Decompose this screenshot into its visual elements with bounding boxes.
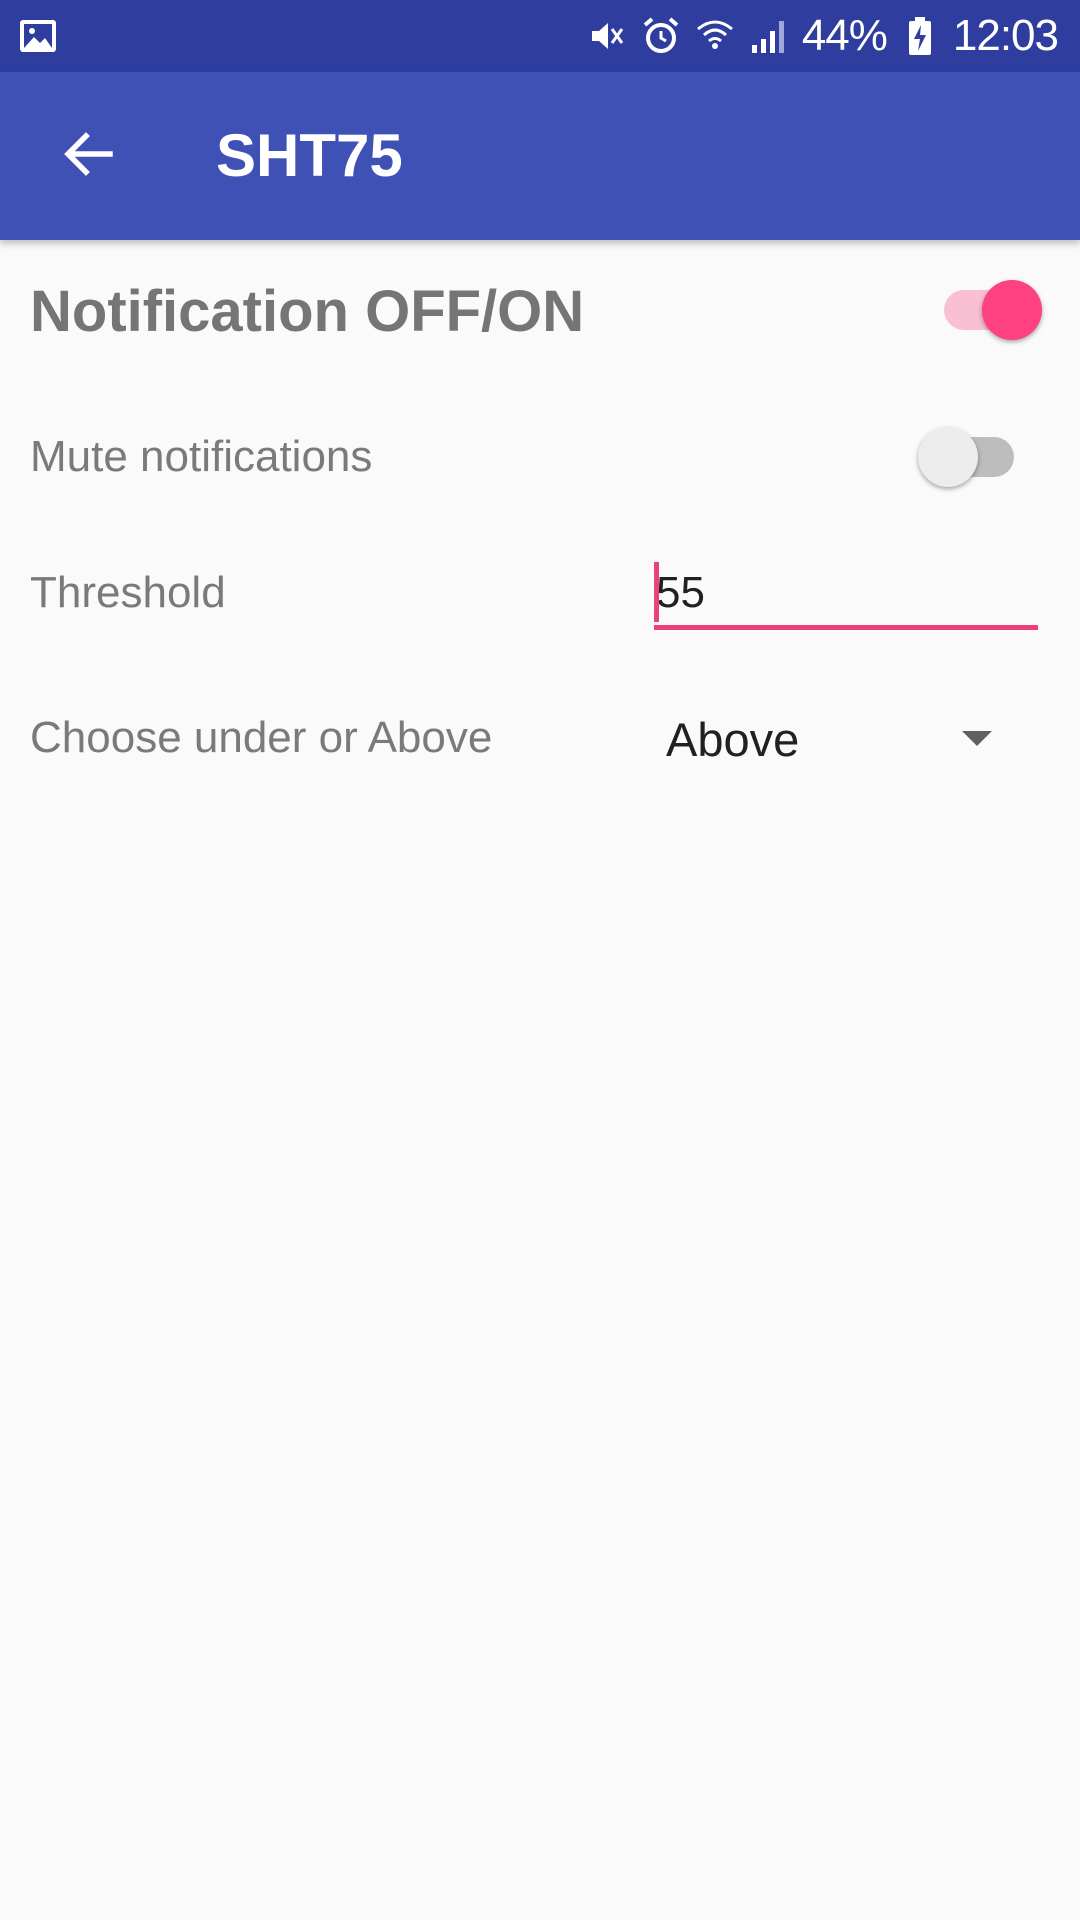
wifi-icon — [694, 15, 736, 57]
threshold-label: Threshold — [30, 568, 226, 617]
battery-percent: 44% — [801, 11, 888, 60]
battery-charging-icon — [899, 15, 941, 57]
alarm-icon — [640, 15, 682, 57]
clock: 12:03 — [952, 11, 1059, 60]
notification-toggle-switch[interactable] — [942, 278, 1042, 342]
notification-toggle-label: Notification OFF/ON — [30, 279, 585, 344]
gallery-icon — [18, 16, 58, 56]
mute-notifications-label: Mute notifications — [30, 432, 373, 481]
status-bar: 44% 12:03 — [0, 0, 1080, 72]
switch-thumb — [982, 280, 1042, 340]
direction-selected-value: Above — [666, 713, 800, 766]
switch-thumb — [918, 427, 978, 487]
page-title: SHT75 — [216, 122, 403, 189]
app-bar: SHT75 — [0, 72, 1080, 240]
dropdown-arrow-icon — [962, 731, 992, 746]
back-arrow-icon — [60, 126, 116, 187]
direction-dropdown[interactable]: Above — [654, 695, 1014, 785]
mute-icon — [586, 15, 628, 57]
back-button[interactable] — [44, 112, 132, 200]
mute-notifications-switch[interactable] — [918, 425, 1018, 489]
direction-label: Choose under or Above — [30, 713, 493, 762]
threshold-input[interactable] — [654, 560, 1038, 630]
text-cursor — [654, 562, 659, 622]
signal-icon — [748, 15, 790, 57]
